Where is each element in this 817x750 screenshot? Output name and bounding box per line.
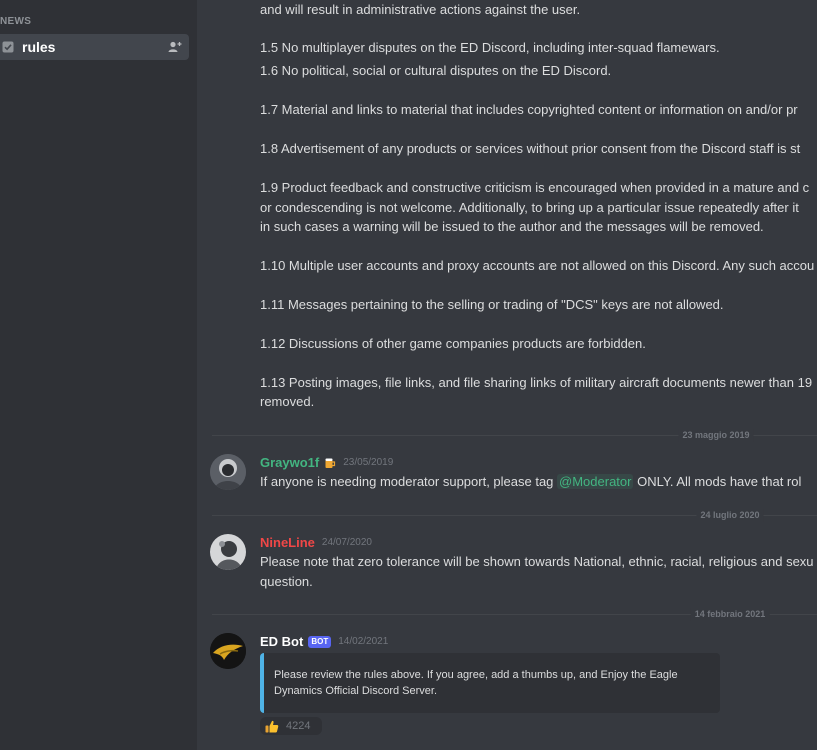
rule-1-11: 1.11 Messages pertaining to the selling … [260,297,724,312]
embed-text: Please review the rules above. If you ag… [274,669,678,681]
rule-1-9-cont: in such cases a warning will be issued t… [260,219,764,234]
rule-1-9-cont: or condescending is not welcome. Additio… [260,200,799,215]
channel-rules[interactable]: rules [0,34,189,60]
date-divider-label: 24 luglio 2020 [696,509,764,522]
date-divider: 24 luglio 2020 [212,509,817,522]
reaction-count: 4224 [286,720,311,732]
rule-1-13: 1.13 Posting images, file links, and fil… [260,375,813,390]
avatar[interactable] [210,534,246,570]
rule-1-7: 1.7 Material and links to material that … [260,102,798,117]
author-name[interactable]: ED Bot [260,634,303,649]
message-header: Graywo1f 23/05/2019 [260,455,393,470]
message-text: question. [260,574,313,589]
date-divider: 14 febbraio 2021 [212,608,817,621]
beer-mug-icon [324,457,336,469]
message-content: If anyone is needing moderator support, … [260,472,801,491]
message-header: ED Bot BOT 14/02/2021 [260,634,388,649]
rule-1-5: 1.5 No multiplayer disputes on the ED Di… [260,40,720,55]
author-name[interactable]: Graywo1f [260,455,319,470]
rule-line: and will result in administrative action… [260,2,581,17]
embed-text: Dynamics Official Discord Server. [274,685,438,697]
message-text: Please note that zero tolerance will be … [260,554,814,569]
rule-1-8: 1.8 Advertisement of any products or ser… [260,141,801,156]
rule-1-6: 1.6 No political, social or cultural dis… [260,63,612,78]
message-text: If anyone is needing moderator support, … [260,474,558,489]
rule-1-10: 1.10 Multiple user accounts and proxy ac… [260,258,815,273]
date-divider: 23 maggio 2019 [212,429,817,442]
thumbs-up-icon [265,720,279,733]
channel-sidebar: NEWS rules [0,0,197,750]
timestamp: 23/05/2019 [343,457,394,468]
timestamp: 24/07/2020 [321,537,372,548]
add-member-icon[interactable] [167,39,183,55]
channel-name: rules [22,39,56,55]
message-header: NineLine 24/07/2020 [260,535,372,550]
category-label[interactable]: NEWS [0,16,31,27]
rule-1-9: 1.9 Product feedback and constructive cr… [260,180,810,195]
rule-1-12: 1.12 Discussions of other game companies… [260,336,646,351]
bot-tag: BOT [308,635,332,648]
announcement-check-icon [1,40,15,54]
timestamp: 14/02/2021 [338,636,389,647]
avatar[interactable] [210,633,246,669]
date-divider-label: 23 maggio 2019 [678,429,754,442]
message-embed: Please review the rules above. If you ag… [260,653,720,713]
reaction-thumbs-up[interactable]: 4224 [260,717,322,735]
author-name[interactable]: NineLine [260,535,315,550]
date-divider-label: 14 febbraio 2021 [690,608,770,621]
message-list: and will result in administrative action… [197,0,817,750]
avatar[interactable] [210,454,246,490]
role-mention[interactable]: @Moderator [557,474,634,489]
message-text: ONLY. All mods have that rol [633,474,802,489]
rule-1-13-cont: removed. [260,394,315,409]
